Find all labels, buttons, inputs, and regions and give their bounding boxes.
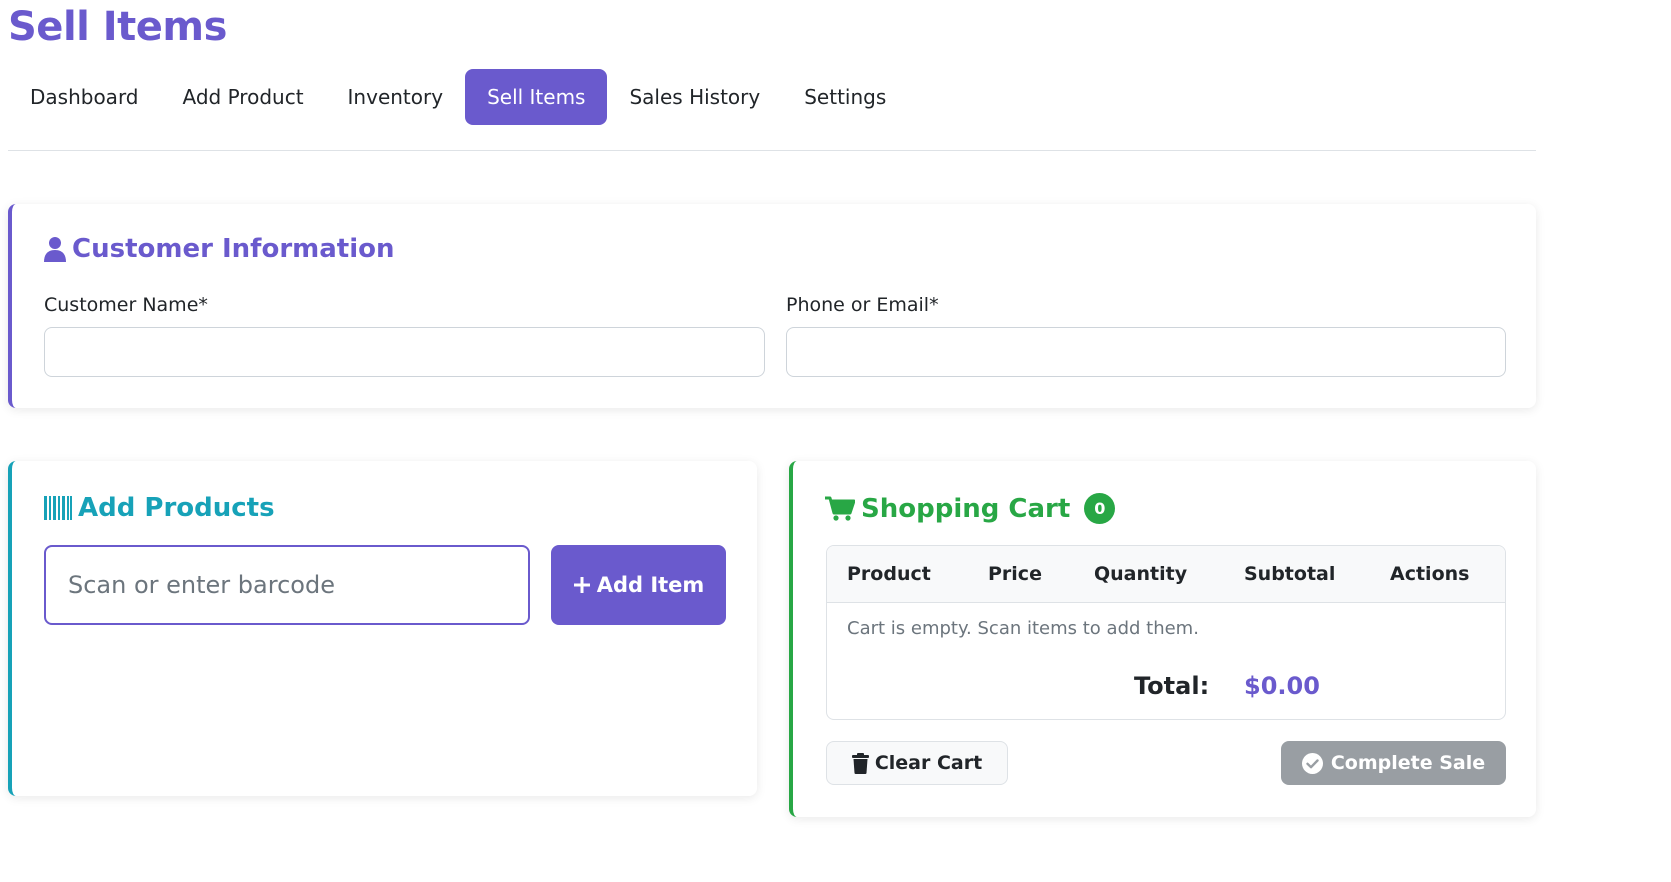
complete-sale-label: Complete Sale [1330, 752, 1486, 774]
nav-divider [8, 150, 1536, 151]
barcode-icon [44, 496, 72, 520]
trash-icon [851, 752, 869, 774]
plus-icon [573, 576, 591, 594]
contact-label: Phone or Email* [786, 294, 939, 316]
add-products-title: Add Products [44, 493, 275, 523]
add-item-button[interactable]: Add Item [551, 545, 726, 625]
column-quantity: Quantity [1094, 563, 1188, 585]
clear-cart-button[interactable]: Clear Cart [826, 741, 1008, 785]
cart-table-header: Product Price Quantity Subtotal Actions [827, 546, 1505, 603]
tab-sell-items[interactable]: Sell Items [465, 69, 608, 125]
shopping-cart-title-text: Shopping Cart [861, 493, 1071, 524]
cart-table: Product Price Quantity Subtotal Actions … [826, 545, 1506, 720]
column-actions: Actions [1390, 563, 1470, 585]
total-label: Total: [1134, 672, 1210, 700]
tab-settings[interactable]: Settings [782, 69, 908, 125]
shopping-cart-title: Shopping Cart 0 [825, 493, 1116, 524]
add-products-card: Add Products Add Item [8, 461, 757, 796]
user-icon [44, 236, 66, 262]
cart-icon [825, 496, 855, 522]
customer-info-title: Customer Information [44, 234, 395, 264]
barcode-input[interactable] [44, 545, 530, 625]
tab-sales-history[interactable]: Sales History [607, 69, 782, 125]
add-products-title-text: Add Products [78, 493, 275, 523]
cart-empty-message: Cart is empty. Scan items to add them. [847, 618, 1199, 639]
page-title: Sell Items [8, 4, 227, 50]
contact-input[interactable] [786, 327, 1506, 377]
column-product: Product [847, 563, 931, 585]
cart-count-badge: 0 [1084, 493, 1116, 524]
customer-info-card: Customer Information Customer Name* Phon… [8, 204, 1536, 408]
shopping-cart-card: Shopping Cart 0 Product Price Quantity S… [789, 461, 1536, 817]
tab-add-product[interactable]: Add Product [161, 69, 326, 125]
check-circle-icon [1301, 752, 1323, 774]
total-value: $0.00 [1244, 672, 1320, 700]
tab-inventory[interactable]: Inventory [326, 69, 466, 125]
column-price: Price [988, 563, 1042, 585]
customer-name-input[interactable] [44, 327, 765, 377]
complete-sale-button[interactable]: Complete Sale [1281, 741, 1506, 785]
column-subtotal: Subtotal [1244, 563, 1336, 585]
add-item-label: Add Item [596, 573, 705, 597]
customer-info-title-text: Customer Information [72, 234, 395, 264]
customer-name-label: Customer Name* [44, 294, 208, 316]
tab-dashboard[interactable]: Dashboard [8, 69, 161, 125]
main-nav: Dashboard Add Product Inventory Sell Ite… [8, 69, 908, 125]
clear-cart-label: Clear Cart [874, 752, 983, 774]
